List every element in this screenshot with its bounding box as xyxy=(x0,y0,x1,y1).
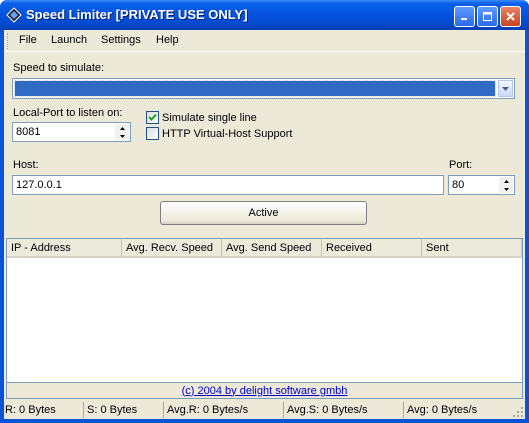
port-spin-up-button[interactable] xyxy=(499,177,513,185)
copyright-bar: (c) 2004 by delight software gmbh xyxy=(6,383,523,399)
speed-selected-value xyxy=(14,80,496,97)
app-diamond-icon xyxy=(6,7,22,23)
spin-up-button[interactable] xyxy=(115,124,129,132)
column-avg-send-speed[interactable]: Avg. Send Speed xyxy=(222,239,322,256)
connections-list[interactable]: IP - Address Avg. Recv. Speed Avg. Send … xyxy=(6,238,523,383)
menu-launch[interactable]: Launch xyxy=(51,34,87,46)
port-spin-down-button[interactable] xyxy=(499,185,513,193)
arrow-down-icon xyxy=(119,134,125,138)
status-avg-received: Avg.R: 0 Bytes/s xyxy=(166,402,284,418)
http-vhost-label: HTTP Virtual-Host Support xyxy=(162,128,293,140)
local-port-input[interactable]: 8081 xyxy=(12,122,131,142)
status-received: R: 0 Bytes xyxy=(4,402,84,418)
menu-bar: File Launch Settings Help xyxy=(4,30,525,52)
maximize-icon xyxy=(483,12,492,21)
column-ip-address[interactable]: IP - Address xyxy=(7,239,122,256)
menu-file[interactable]: File xyxy=(19,34,37,46)
menu-grip xyxy=(7,33,10,49)
local-port-spinner[interactable] xyxy=(115,124,129,140)
column-avg-recv-speed[interactable]: Avg. Recv. Speed xyxy=(122,239,222,256)
settings-panel: Speed to simulate: Local-Port to listen … xyxy=(4,53,525,237)
minimize-button[interactable] xyxy=(454,6,475,27)
column-received[interactable]: Received xyxy=(322,239,422,256)
speed-dropdown-button[interactable] xyxy=(498,80,513,97)
arrow-up-icon xyxy=(119,126,125,130)
title-bar[interactable]: Speed Limiter [PRIVATE USE ONLY] xyxy=(0,0,529,30)
chevron-down-icon xyxy=(502,86,509,91)
status-bar: R: 0 Bytes S: 0 Bytes Avg.R: 0 Bytes/s A… xyxy=(4,399,525,419)
status-avg-sent: Avg.S: 0 Bytes/s xyxy=(286,402,404,418)
spin-down-button[interactable] xyxy=(115,132,129,140)
local-port-label: Local-Port to listen on: xyxy=(13,107,123,119)
resize-grip-icon[interactable] xyxy=(512,406,524,418)
checkmark-icon xyxy=(148,113,157,121)
speed-combobox[interactable] xyxy=(12,78,515,99)
arrow-down-icon xyxy=(503,187,509,191)
host-label: Host: xyxy=(13,159,39,171)
port-input[interactable]: 80 xyxy=(448,175,515,195)
http-vhost-checkbox[interactable] xyxy=(146,127,159,140)
menu-settings[interactable]: Settings xyxy=(101,34,141,46)
port-label: Port: xyxy=(449,159,473,171)
simulate-single-line-label: Simulate single line xyxy=(162,112,257,124)
active-button[interactable]: Active xyxy=(160,201,367,225)
copyright-link[interactable]: (c) 2004 by delight software gmbh xyxy=(182,385,348,397)
local-port-value: 8081 xyxy=(16,126,41,138)
port-spinner[interactable] xyxy=(499,177,513,193)
simulate-single-line-checkbox[interactable] xyxy=(146,111,159,124)
menu-help[interactable]: Help xyxy=(156,34,179,46)
status-avg: Avg: 0 Bytes/s xyxy=(407,404,478,416)
app-window: Speed Limiter [PRIVATE USE ONLY] File La… xyxy=(0,0,529,423)
status-sent: S: 0 Bytes xyxy=(86,402,164,418)
list-header: IP - Address Avg. Recv. Speed Avg. Send … xyxy=(7,239,522,258)
arrow-up-icon xyxy=(503,179,509,183)
column-sent[interactable]: Sent xyxy=(422,239,522,256)
client-area: File Launch Settings Help Speed to simul… xyxy=(4,30,525,419)
minimize-icon xyxy=(461,18,467,20)
close-button[interactable] xyxy=(500,6,521,27)
speed-label: Speed to simulate: xyxy=(13,62,105,74)
host-value: 127.0.0.1 xyxy=(16,179,62,191)
maximize-button[interactable] xyxy=(477,6,498,27)
port-value: 80 xyxy=(452,179,465,191)
window-title: Speed Limiter [PRIVATE USE ONLY] xyxy=(26,7,248,22)
close-icon xyxy=(506,12,515,21)
host-input[interactable]: 127.0.0.1 xyxy=(12,175,444,195)
